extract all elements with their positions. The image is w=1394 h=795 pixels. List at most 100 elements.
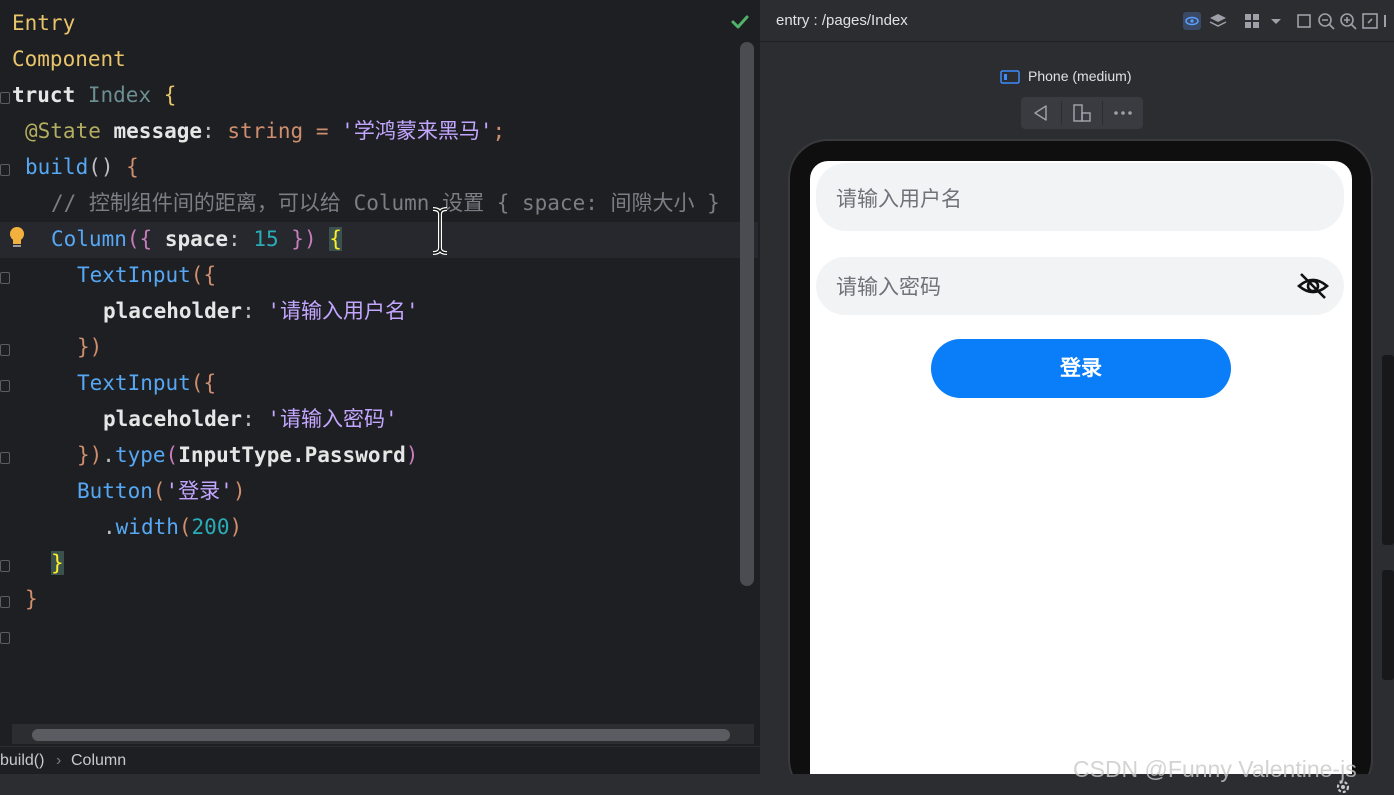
code-token: })	[77, 443, 103, 467]
fold-marker[interactable]	[0, 596, 10, 608]
fold-marker[interactable]	[0, 164, 10, 176]
previewer-page-path: entry : /pages/Index	[776, 12, 908, 29]
fold-marker[interactable]	[0, 344, 10, 356]
code-line-6[interactable]: // 控制组件间的距离，可以给 Column 设置 { space: 间隙大小 …	[0, 185, 740, 221]
zoom-in-icon[interactable]	[1338, 11, 1358, 31]
password-placeholder: 请输入密码	[836, 275, 941, 299]
lightbulb-icon[interactable]	[8, 226, 26, 250]
fit-screen-icon[interactable]	[1294, 11, 1314, 31]
breadcrumb: build() › Column	[0, 746, 760, 774]
code-token: ({	[126, 227, 153, 251]
code-editor[interactable]: Entry Component truct Index { @State mes…	[0, 0, 760, 745]
code-token: .	[102, 443, 115, 467]
code-token: 200	[191, 515, 230, 539]
device-controls	[1021, 97, 1143, 129]
breadcrumb-separator: ›	[56, 752, 62, 769]
inspector-icon[interactable]	[1182, 11, 1202, 31]
code-line-3[interactable]: truct Index {	[0, 77, 740, 113]
code-line-2[interactable]: Component	[0, 41, 740, 77]
text-cursor-icon	[432, 207, 448, 255]
code-token: ()	[88, 155, 114, 179]
code-line-8[interactable]: TextInput({	[0, 257, 740, 293]
rotate-icon[interactable]	[1062, 97, 1102, 129]
code-token: {	[329, 227, 342, 251]
fold-marker[interactable]	[0, 272, 10, 284]
code-line-5[interactable]: build() {	[0, 149, 740, 185]
breadcrumb-item-build[interactable]: build()	[0, 747, 44, 775]
more-options-icon[interactable]	[1382, 11, 1394, 31]
zoom-out-icon[interactable]	[1316, 11, 1336, 31]
code-token: InputType.Password	[178, 443, 406, 467]
code-token: :	[228, 227, 241, 251]
code-token: ({	[190, 263, 217, 287]
expand-icon[interactable]	[1360, 11, 1380, 31]
code-token: })	[291, 227, 317, 251]
code-token: :	[242, 407, 255, 431]
fold-marker[interactable]	[0, 632, 10, 644]
code-token: )	[229, 515, 243, 539]
back-icon[interactable]	[1021, 97, 1061, 129]
code-token: width	[115, 515, 179, 539]
fold-marker[interactable]	[0, 560, 10, 572]
breadcrumb-item-column[interactable]: Column	[71, 747, 126, 775]
code-token: string	[227, 119, 304, 143]
fold-marker[interactable]	[0, 452, 10, 464]
code-token: type	[114, 443, 166, 467]
code-token: Button	[77, 479, 153, 503]
code-line-4[interactable]: @State message: string = '学鸿蒙来黑马';	[0, 113, 740, 149]
code-line-15[interactable]: .width(200)	[0, 509, 740, 545]
code-token: =	[315, 119, 329, 143]
code-token: '请输入密码'	[267, 407, 398, 431]
code-token: '请输入用户名'	[267, 299, 419, 323]
code-token: placeholder	[103, 407, 243, 431]
phone-side-button	[1382, 570, 1394, 680]
grid-icon[interactable]	[1242, 11, 1262, 31]
code-token: (	[165, 443, 179, 467]
code-token: Index	[87, 83, 152, 107]
code-line-17[interactable]: }	[0, 581, 740, 617]
code-token: )	[232, 479, 246, 503]
code-token: (	[178, 515, 192, 539]
fold-marker[interactable]	[0, 380, 10, 392]
username-input[interactable]: 请输入用户名	[816, 163, 1344, 231]
eye-off-icon[interactable]	[1296, 269, 1330, 303]
code-token: {	[163, 83, 177, 107]
code-line-1[interactable]: Entry	[0, 5, 740, 41]
code-token: Component	[12, 47, 126, 71]
code-comment: // 控制组件间的距离，可以给 Column 设置 { space: 间隙大小 …	[51, 191, 720, 215]
chevron-down-icon[interactable]	[1266, 11, 1286, 31]
code-token: }	[51, 551, 64, 575]
password-input[interactable]: 请输入密码	[816, 257, 1344, 315]
code-token: placeholder	[103, 299, 243, 323]
code-line-13[interactable]: }).type(InputType.Password)	[0, 437, 740, 473]
code-line-11[interactable]: TextInput({	[0, 365, 740, 401]
device-name[interactable]: Phone (medium)	[1028, 68, 1132, 84]
code-token: @State	[25, 119, 101, 143]
code-token: :	[202, 119, 215, 143]
code-token: }	[25, 587, 38, 611]
code-token: TextInput	[77, 263, 191, 287]
code-line-16[interactable]: }	[0, 545, 740, 581]
code-line-7[interactable]: Column({ space: 15 }) {	[0, 221, 740, 257]
vertical-scrollbar[interactable]	[740, 42, 754, 586]
login-button[interactable]: 登录	[931, 339, 1231, 398]
code-line-14[interactable]: Button('登录')	[0, 473, 740, 509]
check-icon[interactable]	[730, 12, 750, 32]
layers-icon[interactable]	[1208, 11, 1228, 31]
code-token: truct	[12, 83, 76, 107]
code-token: ({	[190, 371, 217, 395]
more-icon[interactable]	[1103, 97, 1143, 129]
code-line-10[interactable]: })	[0, 329, 740, 365]
code-token: Column	[51, 227, 127, 251]
code-token: message	[113, 119, 203, 143]
code-token: space	[164, 227, 229, 251]
code-token: )	[405, 443, 419, 467]
fold-marker[interactable]	[0, 92, 10, 104]
horizontal-scrollbar[interactable]	[32, 729, 730, 741]
code-token: {	[126, 155, 139, 179]
code-line-9[interactable]: placeholder: '请输入用户名'	[0, 293, 740, 329]
code-token: 15	[253, 227, 279, 251]
code-line-12[interactable]: placeholder: '请输入密码'	[0, 401, 740, 437]
code-token: Entry	[12, 11, 76, 35]
previewer-panel: entry : /pages/Index Phone (medium) 请输入用…	[760, 0, 1394, 774]
